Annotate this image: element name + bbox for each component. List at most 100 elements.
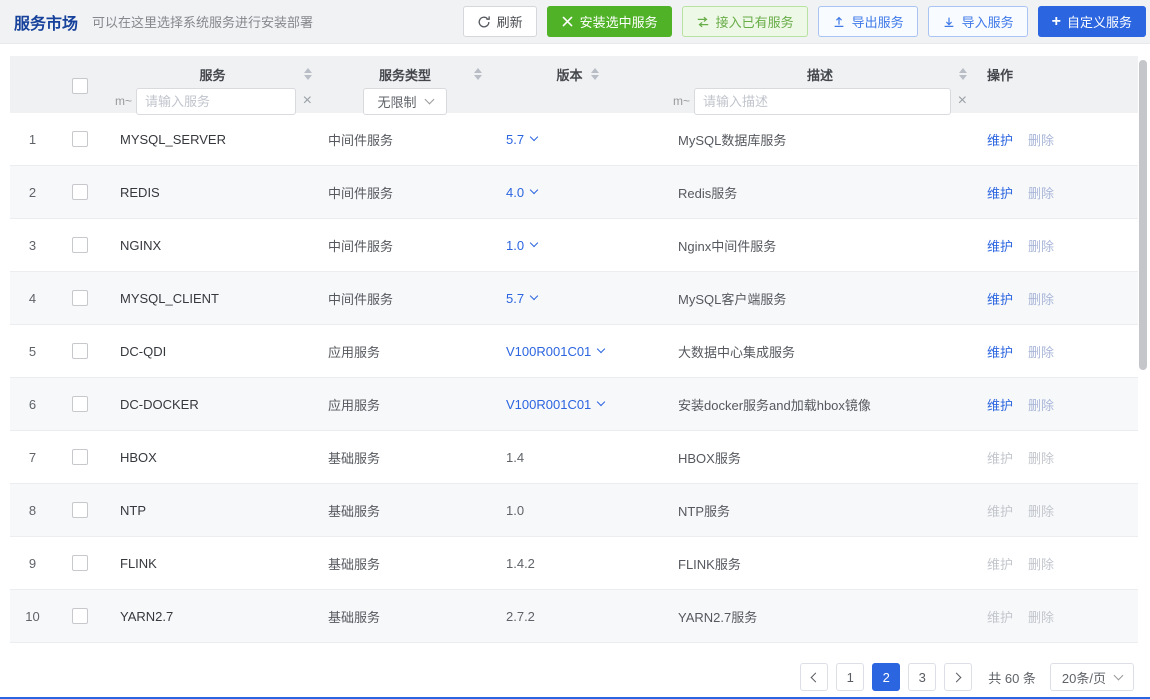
row-checkbox[interactable] [72,131,88,147]
sort-icon[interactable] [474,68,482,80]
column-header-desc[interactable]: 描述 [807,65,833,84]
row-checkbox[interactable] [72,449,88,465]
total-count: 共 60 条 [988,668,1036,687]
row-checkbox[interactable] [72,184,88,200]
sort-icon[interactable] [959,68,967,80]
row-checkbox[interactable] [72,555,88,571]
service-desc: HBOX服务 [665,448,975,467]
service-market-page: 服务市场 可以在这里选择系统服务进行安装部署 刷新 安装选中服务 接入已有服务 [0,0,1150,699]
table-header: 服务 m~ × 服务类型 无限制 [10,56,1138,113]
import-services-button[interactable]: 导入服务 [928,6,1028,37]
version-value: 2.7.2 [506,609,535,624]
table-body: 1 MYSQL_SERVER 中间件服务 5.7 MySQL数据库服务 维护 删… [10,113,1138,643]
service-name: MYSQL_SERVER [105,132,320,147]
delete-link: 删除 [1028,554,1054,573]
maintain-link[interactable]: 维护 [987,342,1013,361]
table-row: 7 HBOX 基础服务 1.4 HBOX服务 维护 删除 [10,431,1138,484]
page-2-button[interactable]: 2 [872,663,900,691]
version-dropdown[interactable]: V100R001C01 [506,397,604,412]
maintain-link[interactable]: 维护 [987,236,1013,255]
table-row: 8 NTP 基础服务 1.0 NTP服务 维护 删除 [10,484,1138,537]
column-header-type[interactable]: 服务类型 [379,65,431,84]
row-checkbox[interactable] [72,290,88,306]
import-icon [942,15,956,29]
maintain-link: 维护 [987,448,1013,467]
service-type: 中间件服务 [320,289,490,308]
version-dropdown[interactable]: 5.7 [506,291,537,306]
row-checkbox[interactable] [72,343,88,359]
page-1-button[interactable]: 1 [836,663,864,691]
service-desc: MySQL数据库服务 [665,130,975,149]
chevron-down-icon [530,239,538,247]
version-value: 1.0 [506,503,524,518]
row-checkbox[interactable] [72,502,88,518]
chevron-down-icon [1114,670,1124,680]
desc-filter-input[interactable] [694,88,951,115]
install-selected-button[interactable]: 安装选中服务 [547,6,672,37]
service-name: NGINX [105,238,320,253]
export-services-button[interactable]: 导出服务 [818,6,918,37]
connect-label: 接入已有服务 [716,12,794,31]
row-index: 7 [10,450,55,465]
row-checkbox[interactable] [72,608,88,624]
prev-page-button[interactable] [800,663,828,691]
service-name: DC-QDI [105,344,320,359]
service-name: YARN2.7 [105,609,320,624]
service-filter-input[interactable] [136,88,296,115]
sort-icon[interactable] [304,68,312,80]
maintain-link[interactable]: 维护 [987,183,1013,202]
maintain-link: 维护 [987,607,1013,626]
service-desc: YARN2.7服务 [665,607,975,626]
version-dropdown[interactable]: 4.0 [506,185,537,200]
type-filter-select[interactable]: 无限制 [363,88,447,115]
maintain-link[interactable]: 维护 [987,130,1013,149]
page-3-button[interactable]: 3 [908,663,936,691]
column-header-version[interactable]: 版本 [556,65,582,84]
tools-icon [561,15,574,28]
topbar-actions: 刷新 安装选中服务 接入已有服务 导出服务 [463,6,1146,37]
sort-icon[interactable] [591,68,599,80]
page-size-select[interactable]: 20条/页 [1050,663,1134,691]
select-all-checkbox[interactable] [72,78,88,94]
version-value: V100R001C01 [506,344,591,359]
version-text: 1.4.2 [506,556,535,571]
version-text: 1.0 [506,503,524,518]
maintain-link: 维护 [987,501,1013,520]
next-page-button[interactable] [944,663,972,691]
table-row: 2 REDIS 中间件服务 4.0 Redis服务 维护 删除 [10,166,1138,219]
chevron-down-icon [530,292,538,300]
clear-desc-filter-icon[interactable]: × [958,93,967,109]
row-index: 10 [10,609,55,624]
table-row: 5 DC-QDI 应用服务 V100R001C01 大数据中心集成服务 维护 删… [10,325,1138,378]
row-index: 6 [10,397,55,412]
service-type: 基础服务 [320,554,490,573]
column-header-service[interactable]: 服务 [199,65,225,84]
version-dropdown[interactable]: 5.7 [506,132,537,147]
refresh-button[interactable]: 刷新 [463,6,537,37]
clear-service-filter-icon[interactable]: × [303,93,312,109]
delete-link: 删除 [1028,236,1054,255]
row-checkbox[interactable] [72,396,88,412]
row-index: 3 [10,238,55,253]
chevron-down-icon [530,133,538,141]
chevron-down-icon [597,345,605,353]
version-value: 4.0 [506,185,524,200]
custom-label: 自定义服务 [1067,12,1132,31]
vertical-scrollbar-thumb[interactable] [1139,60,1147,370]
service-desc: 大数据中心集成服务 [665,342,975,361]
custom-service-button[interactable]: + 自定义服务 [1038,6,1146,37]
chevron-down-icon [530,186,538,194]
desc-filter-prefix: m~ [673,94,690,108]
version-dropdown[interactable]: 1.0 [506,238,537,253]
row-checkbox[interactable] [72,237,88,253]
maintain-link[interactable]: 维护 [987,395,1013,414]
service-type: 基础服务 [320,501,490,520]
service-type: 应用服务 [320,395,490,414]
connect-existing-button[interactable]: 接入已有服务 [682,6,808,37]
row-index: 4 [10,291,55,306]
delete-link: 删除 [1028,289,1054,308]
service-name: FLINK [105,556,320,571]
delete-link: 删除 [1028,130,1054,149]
version-dropdown[interactable]: V100R001C01 [506,344,604,359]
maintain-link[interactable]: 维护 [987,289,1013,308]
